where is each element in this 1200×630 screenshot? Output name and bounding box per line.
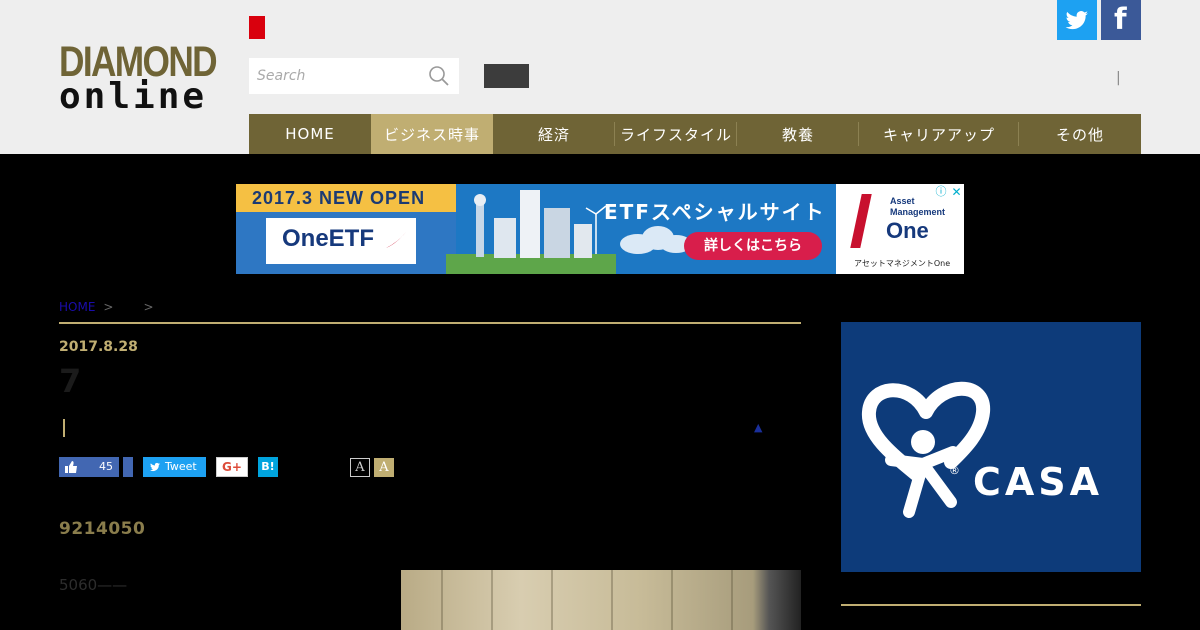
facebook-f-icon: f <box>1114 2 1127 36</box>
thumbs-up-icon <box>65 461 77 473</box>
sidebar-rule <box>841 604 1141 606</box>
tweet-label: Tweet <box>165 460 197 473</box>
facebook-follow-button[interactable]: f <box>1101 0 1141 40</box>
photo-texture <box>611 570 613 630</box>
logo-line1: DIAMOND <box>59 38 218 86</box>
red-mark-icon <box>249 16 265 39</box>
header-separator: | <box>1116 70 1121 86</box>
triangle-icon[interactable]: ▲ <box>754 421 762 434</box>
ad-title: ETFスペシャルサイト <box>604 200 826 224</box>
author-marker <box>63 419 65 437</box>
breadcrumb-home-link[interactable]: HOME <box>59 300 95 314</box>
hatena-bookmark-button[interactable]: B! <box>258 457 278 477</box>
nav-item-career[interactable]: キャリアアップ <box>859 114 1019 154</box>
font-size-small-button[interactable]: A <box>350 458 370 477</box>
article-photo <box>401 570 801 630</box>
nav-item-label: HOME <box>285 125 335 143</box>
breadcrumb: HOME > > <box>59 300 164 314</box>
breadcrumb-separator: > <box>143 300 154 314</box>
nav-item-lifestyle[interactable]: ライフスタイル <box>615 114 737 154</box>
search-icon[interactable] <box>428 65 450 87</box>
brand-mark-icon <box>850 194 872 248</box>
nav-item-label: その他 <box>1055 125 1104 144</box>
photo-texture <box>551 570 553 630</box>
ad-open-date: 2017.3 NEW OPEN <box>252 188 426 208</box>
ad-info-icon[interactable]: ⓘ <box>933 184 949 200</box>
nav-item-culture[interactable]: 教養 <box>737 114 859 154</box>
twitter-bird-icon <box>1065 11 1088 30</box>
article-body: 5060—— <box>59 576 128 594</box>
ad-etf-logo: OneETF <box>266 218 416 264</box>
sidebar-ad-casa[interactable]: ® CASA <box>841 322 1141 572</box>
nav-item-label: 教養 <box>781 125 814 144</box>
font-size-large-button[interactable]: A <box>374 458 394 477</box>
ad-left-panel: 2017.3 NEW OPEN OneETF <box>236 184 456 274</box>
article-header-rule <box>59 322 801 324</box>
nav-item-other[interactable]: その他 <box>1019 114 1141 154</box>
photo-texture <box>731 570 733 630</box>
ad-brand-line2: Management <box>890 207 946 217</box>
casa-brand-text: CASA <box>973 460 1104 504</box>
nav-item-label: ライフスタイル <box>619 125 732 144</box>
nav-item-business-news[interactable]: ビジネス時事 <box>371 114 493 154</box>
article-date: 2017.8.28 <box>59 339 138 355</box>
city-illustration-icon <box>446 190 616 274</box>
tweet-button[interactable]: Tweet <box>143 457 206 477</box>
logo-line2: online <box>59 76 208 117</box>
photo-texture <box>671 570 673 630</box>
registered-mark: ® <box>949 464 960 477</box>
nav-item-label: ビジネス時事 <box>383 125 480 144</box>
twitter-follow-button[interactable] <box>1057 0 1097 40</box>
like-count: 45 <box>99 460 113 473</box>
nav-item-home[interactable]: HOME <box>249 114 371 154</box>
search-input[interactable] <box>257 58 427 94</box>
photo-texture <box>491 570 493 630</box>
ad-etf-label: OneETF <box>282 225 375 252</box>
article-title: 7 <box>59 362 82 400</box>
google-plus-button[interactable]: G+ <box>216 457 248 477</box>
ad-close-icon[interactable]: ✕ <box>949 184 964 200</box>
twitter-bird-icon <box>150 462 160 472</box>
site-logo[interactable]: DIAMOND online <box>59 38 221 117</box>
ad-brand-name: One <box>886 218 929 243</box>
breadcrumb-separator: > <box>103 300 114 314</box>
ad-banner[interactable]: 2017.3 NEW OPEN OneETF ETFスペシャルサイト 詳しくはこ… <box>236 184 964 274</box>
nav-item-label: 経済 <box>537 125 570 144</box>
main-nav: HOME ビジネス時事 経済 ライフスタイル 教養 キャリアアップ その他 <box>249 114 1141 154</box>
ad-brand-sub: アセットマネジメントOne <box>854 259 951 268</box>
ad-cta-button[interactable]: 詳しくはこちら <box>684 232 822 260</box>
article-lead: 9214050 <box>59 519 146 539</box>
photo-texture <box>441 570 443 630</box>
search-submit-button[interactable] <box>484 64 529 88</box>
casa-heart-logo-icon <box>861 381 991 518</box>
facebook-share-button[interactable] <box>123 457 133 477</box>
swoosh-icon <box>386 232 406 248</box>
facebook-like-button[interactable]: 45 <box>59 457 119 477</box>
nav-item-economy[interactable]: 経済 <box>493 114 615 154</box>
nav-item-label: キャリアアップ <box>882 125 995 144</box>
